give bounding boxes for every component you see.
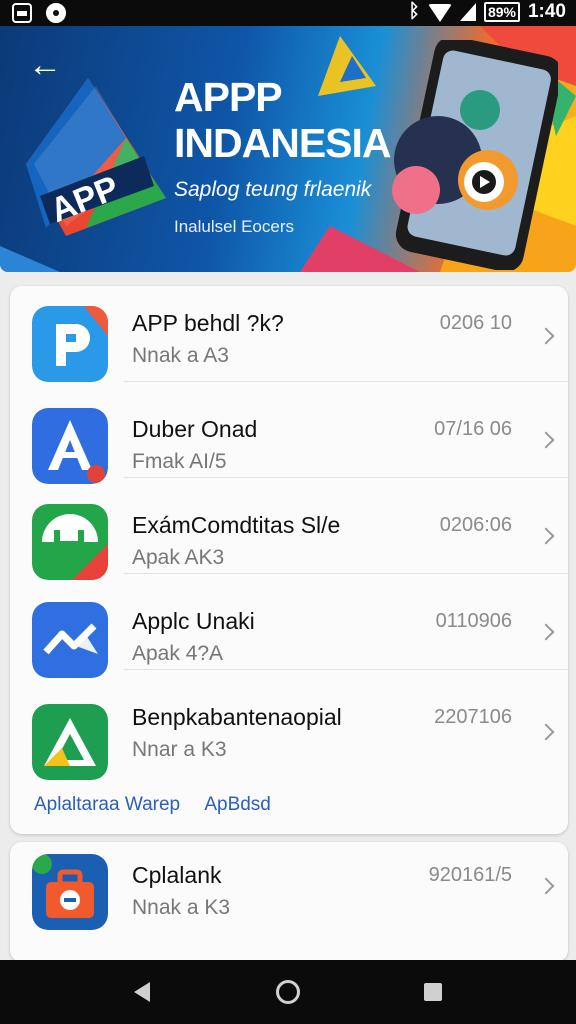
toolbox-app-icon [32, 854, 108, 930]
item-number: 07/16 06 [434, 418, 512, 440]
item-title: ExámComdtitas Sl/e [132, 512, 341, 538]
triangle-app-icon [32, 704, 108, 780]
item-title: Cplalank [132, 862, 222, 888]
banner-subtitle: Saplog teung frlaenik [174, 178, 372, 201]
list-item[interactable]: Applc Unaki Apak 4?A 0110906 [10, 574, 568, 678]
list-item[interactable]: ExámComdtitas Sl/e Apak AK3 0206:06 [10, 478, 568, 580]
image-notification-icon [12, 3, 32, 23]
nav-recents-icon[interactable] [424, 983, 442, 1001]
footer-link-secondary[interactable]: ApBdsd [204, 794, 271, 815]
app-notification-icon [46, 3, 66, 23]
status-notification-icons [12, 3, 66, 23]
list-item[interactable]: Benpkabantenaopial Nnar a K3 2207106 [10, 670, 568, 780]
system-nav-bar [0, 960, 576, 1024]
battery-indicator: 89% [483, 2, 520, 22]
nav-home-icon[interactable] [276, 980, 300, 1004]
chat-app-icon [32, 602, 108, 678]
item-title: APP behdl ?k? [132, 310, 284, 336]
a-app-icon [32, 408, 108, 484]
signal-icon [459, 3, 476, 21]
status-bar: ᛒ 89% 1:40 [0, 0, 576, 26]
chevron-right-icon [537, 527, 555, 545]
back-arrow-icon[interactable]: ← [28, 48, 62, 82]
clock: 1:40 [527, 1, 566, 22]
item-subtitle: Apak AK3 [132, 546, 225, 569]
banner-title: APPP INDANESIA [174, 74, 392, 166]
item-number: 0206:06 [439, 514, 512, 536]
phone-illustration [392, 40, 558, 270]
h-app-icon [32, 504, 108, 580]
chevron-right-icon [537, 327, 555, 345]
wifi-icon [427, 4, 452, 22]
p-app-icon [32, 306, 108, 382]
list-item[interactable]: APP behdl ?k? Nnak a A3 0206 10 [10, 286, 568, 382]
bluetooth-icon: ᛒ [408, 1, 420, 22]
app-logo: APP [26, 78, 166, 236]
nav-back-icon[interactable] [134, 982, 150, 1002]
list-item[interactable]: Cplalank Nnak a K3 920161/5 [10, 842, 568, 962]
app-list-card: APP behdl ?k? Nnak a A3 0206 10 Duber On… [10, 286, 568, 834]
item-title: Duber Onad [132, 416, 258, 442]
banner-caption: Inalulsel Eocers [174, 217, 295, 236]
banner-title-line1: APPP [174, 74, 283, 120]
item-title: Applc Unaki [132, 608, 255, 634]
item-number: 920161/5 [428, 864, 512, 886]
item-subtitle: Fmak AI/5 [132, 450, 227, 473]
item-title: Benpkabantenaopial [132, 704, 342, 730]
chevron-right-icon [537, 623, 555, 641]
list-item[interactable]: Duber Onad Fmak AI/5 07/16 06 [10, 382, 568, 484]
item-subtitle: Nnar a K3 [132, 738, 227, 761]
chevron-right-icon [537, 877, 555, 895]
footer-link-primary[interactable]: Aplaltaraa Warep [34, 794, 180, 815]
item-subtitle: Nnak a A3 [132, 344, 229, 367]
item-subtitle: Apak 4?A [132, 642, 224, 665]
item-number: 0206 10 [439, 312, 512, 334]
footer-links: Aplaltaraa Warep ApBdsd [34, 794, 291, 816]
chevron-right-icon [537, 431, 555, 449]
status-system-icons: ᛒ 89% 1:40 [409, 1, 566, 23]
item-subtitle: Nnak a K3 [132, 896, 231, 919]
hero-banner: ← APP APPP INDANESIA Saplog teung frlaen… [0, 26, 576, 272]
second-app-card: Cplalank Nnak a K3 920161/5 [10, 842, 568, 962]
item-number: 0110906 [435, 610, 512, 632]
banner-title-line2: INDANESIA [174, 120, 392, 166]
item-number: 2207106 [434, 706, 512, 728]
chevron-right-icon [537, 723, 555, 741]
